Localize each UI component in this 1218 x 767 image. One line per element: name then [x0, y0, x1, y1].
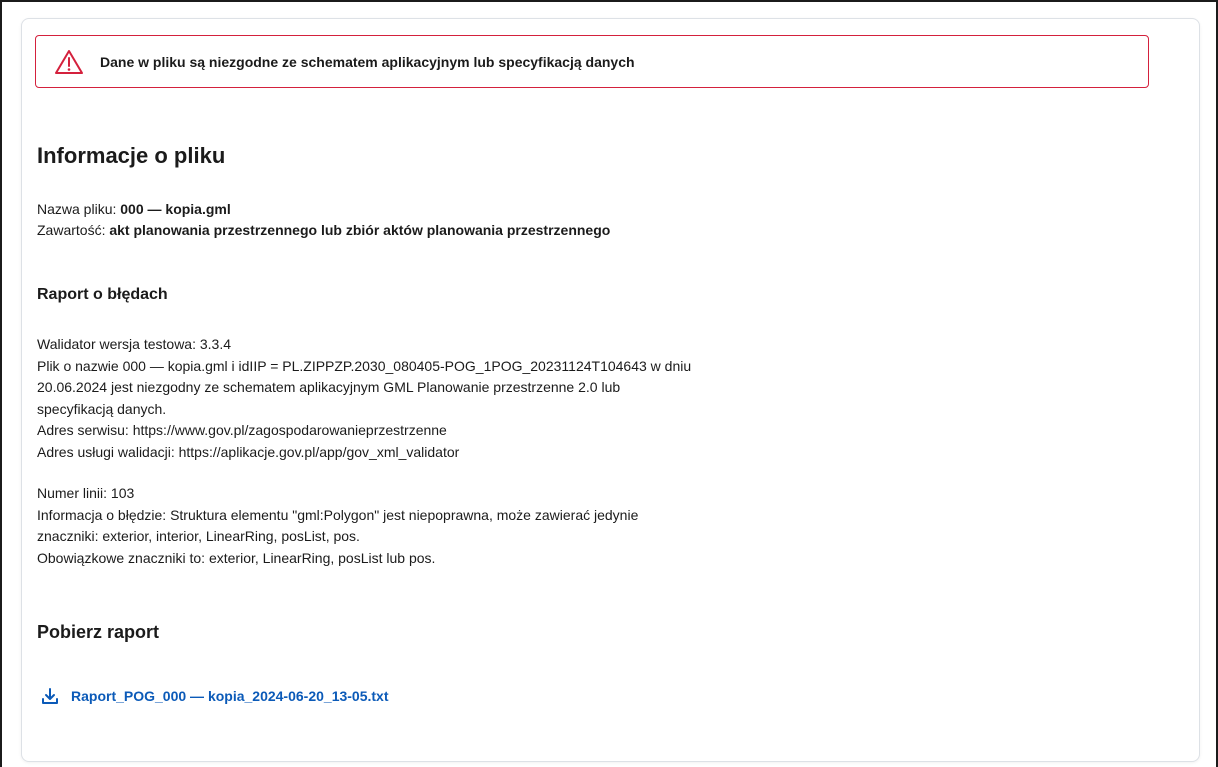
file-name-value: 000 — kopia.gml	[120, 201, 231, 217]
file-content-row: Zawartość: akt planowania przestrzennego…	[37, 220, 610, 241]
report-summary-line: 20.06.2024 jest niezgodny ze schematem a…	[37, 379, 621, 395]
file-content-value: akt planowania przestrzennego lub zbiór …	[109, 222, 611, 238]
file-name-label: Nazwa pliku:	[37, 201, 117, 217]
service-address: Adres serwisu: https://www.gov.pl/zagosp…	[37, 422, 447, 438]
warning-triangle-icon	[54, 49, 84, 75]
error-info-line: Obowiązkowe znaczniki to: exterior, Line…	[37, 549, 436, 566]
download-icon	[41, 687, 59, 705]
window-frame: Dane w pliku są niezgodne ze schematem a…	[0, 0, 1218, 767]
report-summary-line: specyfikacją danych.	[37, 400, 167, 417]
error-report-body: Walidator wersja testowa: 3.3.4 Plik o n…	[37, 334, 857, 569]
error-alert: Dane w pliku są niezgodne ze schematem a…	[35, 35, 1149, 88]
file-info-title: Informacje o pliku	[37, 143, 226, 168]
download-report-link[interactable]: Raport_POG_000 — kopia_2024-06-20_13-05.…	[41, 687, 389, 705]
download-report-title: Pobierz raport	[37, 622, 160, 642]
download-link-label[interactable]: Raport_POG_000 — kopia_2024-06-20_13-05.…	[71, 688, 389, 704]
line-number: Numer linii: 103	[37, 485, 135, 501]
report-summary-line: Plik o nazwie 000 — kopia.gml i idIIP = …	[37, 357, 692, 374]
file-content-label: Zawartość:	[37, 222, 106, 238]
alert-message: Dane w pliku są niezgodne ze schematem a…	[100, 53, 635, 70]
error-report-title: Raport o błędach	[37, 286, 168, 303]
error-info-line: Informacja o błędzie: Struktura elementu…	[37, 506, 639, 523]
validator-version: Walidator wersja testowa: 3.3.4	[37, 336, 232, 352]
file-name-row: Nazwa pliku: 000 — kopia.gml	[37, 199, 610, 220]
validation-service-address: Adres usługi walidacji: https://aplikacj…	[37, 443, 460, 460]
error-info-line: znaczniki: exterior, interior, LinearRin…	[37, 528, 360, 544]
file-info-block: Nazwa pliku: 000 — kopia.gml Zawartość: …	[37, 199, 610, 241]
